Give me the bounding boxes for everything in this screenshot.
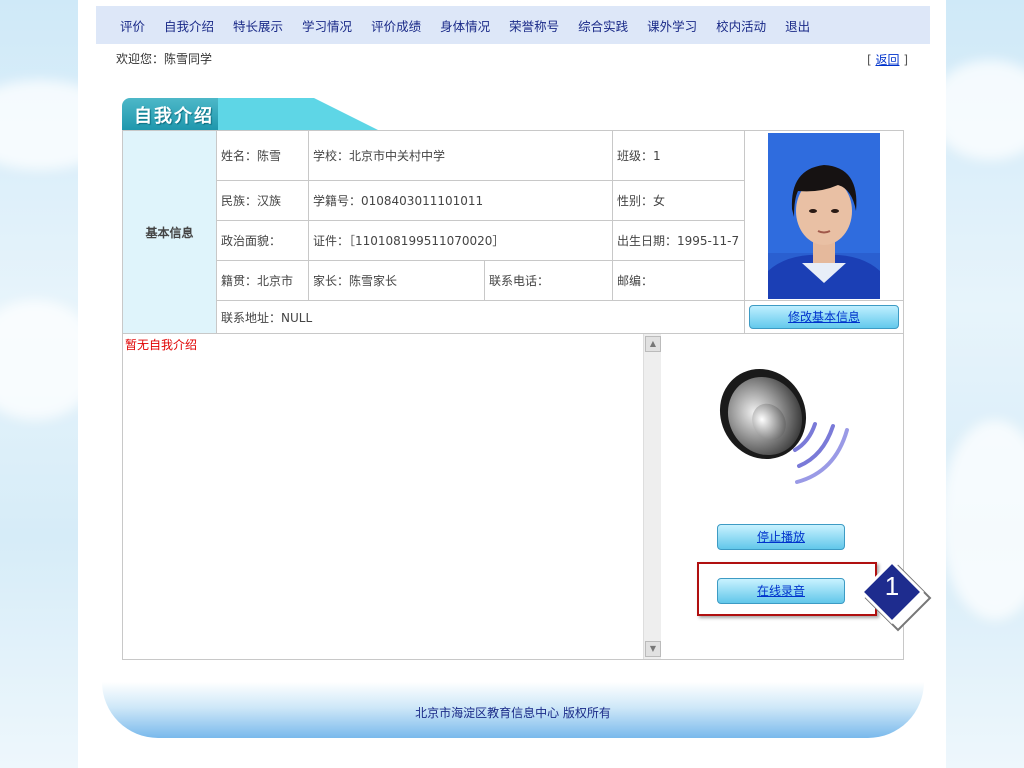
nav-item-health[interactable]: 身体情况	[440, 16, 490, 35]
nav-item-self-intro[interactable]: 自我介绍	[164, 16, 214, 35]
intro-scrollbar[interactable]: ▲ ▼	[643, 334, 661, 659]
scroll-up-icon[interactable]: ▲	[645, 336, 661, 352]
section-title: 自我介绍	[134, 106, 214, 127]
student-id-cell: 学籍号：0108403011101011	[308, 180, 613, 221]
step-marker-number: 1	[884, 571, 900, 601]
nav-item-study[interactable]: 学习情况	[302, 16, 352, 35]
section-header: 自我介绍	[122, 98, 382, 130]
background-cloud	[940, 420, 1024, 620]
nav-item-logout[interactable]: 退出	[785, 16, 810, 35]
nav-item-talent[interactable]: 特长展示	[233, 16, 283, 35]
address-cell: 联系地址：NULL	[216, 300, 745, 334]
nav-item-evaluation[interactable]: 评价	[120, 16, 145, 35]
name-cell: 姓名：陈雪	[216, 130, 309, 181]
self-intro-empty-text: 暂无自我介绍	[125, 338, 198, 352]
basic-info-table: 基本信息 姓名：陈雪 学校：北京市中关村中学 班级：1 民族：汉族 学籍号：01…	[122, 130, 904, 334]
photo-cell	[744, 130, 904, 301]
self-intro-textarea[interactable]: 暂无自我介绍 ▲ ▼	[123, 334, 661, 660]
native-place-cell: 籍贯：北京市	[216, 260, 309, 301]
back-link-wrapper: [ 返回 ]	[867, 51, 908, 68]
birth-cell: 出生日期：1995-11-7	[612, 220, 745, 261]
section-header-decor	[218, 98, 378, 130]
ethnicity-cell: 民族：汉族	[216, 180, 309, 221]
postcode-cell: 邮编：	[612, 260, 745, 301]
back-bracket-open: [	[866, 53, 872, 67]
nav-item-extracurricular[interactable]: 课外学习	[647, 16, 697, 35]
nav-item-honors[interactable]: 荣誉称号	[509, 16, 559, 35]
nav-item-practice[interactable]: 综合实践	[578, 16, 628, 35]
nav-item-school-activity[interactable]: 校内活动	[716, 16, 766, 35]
basic-info-label: 基本信息	[122, 130, 217, 334]
welcome-text: 欢迎您：陈雪同学	[116, 52, 213, 66]
highlight-box	[697, 562, 877, 616]
political-cell: 政治面貌：	[216, 220, 309, 261]
top-nav: 评价 自我介绍 特长展示 学习情况 评价成绩 身体情况 荣誉称号 综合实践 课外…	[96, 6, 930, 44]
phone-cell: 联系电话：	[484, 260, 613, 301]
back-bracket-close: ]	[903, 53, 908, 67]
speaker-icon	[719, 368, 849, 484]
edit-button-cell: 修改基本信息	[744, 300, 904, 334]
gender-cell: 性别：女	[612, 180, 745, 221]
footer-text: 北京市海淀区教育信息中心 版权所有	[415, 706, 611, 720]
nav-item-grades[interactable]: 评价成绩	[371, 16, 421, 35]
footer: 北京市海淀区教育信息中心 版权所有	[102, 682, 924, 738]
stop-playback-button[interactable]: 停止播放	[717, 524, 845, 550]
back-link[interactable]: 返回	[875, 53, 899, 67]
scroll-down-icon[interactable]: ▼	[645, 641, 661, 657]
student-photo	[768, 132, 880, 299]
edit-basic-info-button[interactable]: 修改基本信息	[749, 305, 899, 329]
parent-cell: 家长：陈雪家长	[308, 260, 485, 301]
step-marker: 1	[858, 558, 932, 632]
id-card-cell: 证件：［110108199511070020］	[308, 220, 613, 261]
school-cell: 学校：北京市中关村中学	[308, 130, 613, 181]
class-cell: 班级：1	[612, 130, 745, 181]
